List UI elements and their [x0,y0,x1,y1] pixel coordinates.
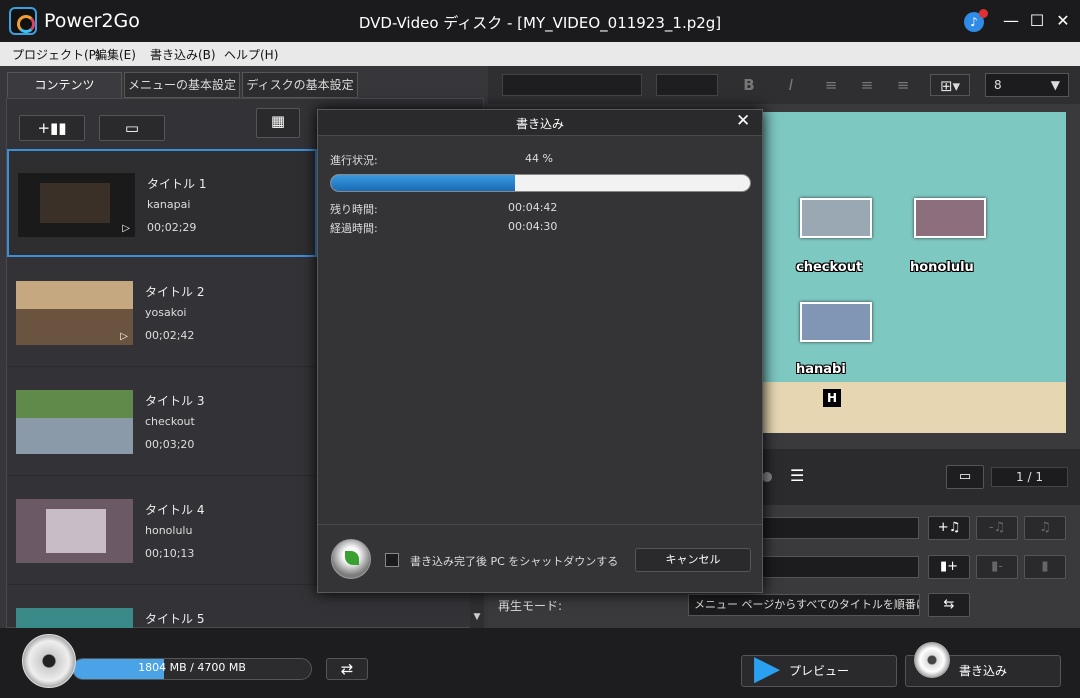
menu-preview: checkout honolulu hanabi H [762,112,1066,433]
remove-intro-button[interactable]: ▮- [976,555,1018,579]
tab-menu-settings[interactable]: メニューの基本設定 [124,72,240,98]
eco-leaf-icon [331,539,371,579]
minimize-icon[interactable]: — [1000,10,1022,32]
progress-value: 44 % [525,152,553,165]
highlight-key-badge: H [823,389,841,407]
preview-floor [762,382,1066,433]
title-duration: 00;02;29 [147,221,197,234]
cancel-button[interactable]: キャンセル [635,548,751,572]
layout-view-button[interactable]: ▦ [256,108,300,138]
menu-thumbnail-checkout[interactable] [800,198,872,238]
title-name: タイトル 2 [145,285,205,299]
disc-capacity-text: 1804 MB / 4700 MB [138,661,246,674]
align-left-icon[interactable]: ≡ [820,74,842,96]
title-row[interactable]: タイトル 5 [7,586,317,628]
preview-button[interactable]: ▶ プレビュー [741,648,897,688]
bold-icon[interactable]: B [738,74,760,96]
disc-icon[interactable] [22,634,76,688]
menu-thumbnail-honolulu[interactable] [914,198,986,238]
notification-badge [979,9,988,18]
playback-mode-value[interactable]: メニュー ページからすべてのタイトルを順番に再... [688,594,920,616]
shutdown-checkbox[interactable] [385,553,399,567]
dialog-title: 書き込み [515,117,564,131]
title-subtitle: kanapai [147,198,191,211]
title-row[interactable]: タイトル 4 honolulu 00;10;13 [7,477,317,585]
title-row[interactable]: ▷ タイトル 1 kanapai 00;02;29 [7,149,317,257]
playback-mode-label: 再生モード: [498,599,563,613]
title-subtitle: yosakoi [145,306,187,319]
burn-disc-icon [914,642,950,678]
edit-intro-button[interactable]: ▮ [1024,555,1066,579]
list-icon[interactable]: ☰ [790,466,818,488]
remaining-time-label: 残り時間: [330,203,378,216]
burn-button[interactable]: 書き込み [905,642,1061,687]
scroll-down-icon[interactable]: ▼ [470,612,484,626]
title-thumbnail [16,390,133,454]
play-icon: ▶ [754,648,781,688]
layout-grid-icon[interactable]: ⊞▾ [930,74,970,96]
shutdown-label: 書き込み完了後 PC をシャットダウンする [410,555,619,568]
font-style-select[interactable] [656,74,718,96]
intro-video-field[interactable] [762,556,919,578]
progress-fill [331,175,516,191]
title-duration: 00;10;13 [145,547,195,560]
menu-label-checkout: checkout [796,260,863,275]
title-thumbnail: ▷ [18,173,135,237]
add-intro-button[interactable]: ▮+ [928,555,970,579]
title-name: タイトル 4 [145,503,205,517]
font-size-value: 8 [994,78,1002,92]
elapsed-time-value: 00:04:30 [508,220,558,233]
edit-music-button[interactable]: ♫ [1024,516,1066,540]
font-size-select[interactable]: 8 ▼ [985,73,1069,97]
progress-bar [330,174,751,192]
progress-label: 進行状況: [330,154,378,167]
menu-thumbnail-hanabi[interactable] [800,302,872,342]
chevron-down-icon: ▼ [1050,78,1060,92]
title-name: タイトル 1 [147,177,207,191]
add-chapter-button[interactable]: ▭ [99,115,165,141]
remove-music-button[interactable]: -♫ [976,516,1018,540]
playback-mode-button[interactable]: ⇆ [928,593,970,617]
page-indicator: 1 / 1 [991,467,1068,487]
title-duration: 00;03;20 [145,438,195,451]
title-name: タイトル 5 [145,612,205,626]
play-icon: ▷ [122,223,130,234]
align-center-icon[interactable]: ≡ [856,74,878,96]
font-family-select[interactable] [502,74,642,96]
title-subtitle: honolulu [145,524,193,537]
close-icon[interactable]: ✕ [736,111,750,131]
maximize-icon[interactable]: ☐ [1026,10,1048,32]
remaining-time-value: 00:04:42 [508,201,558,214]
title-duration: 00;02;42 [145,329,195,342]
title-row[interactable]: ▷ タイトル 2 yosakoi 00;02;42 [7,259,317,367]
play-icon: ▷ [120,331,128,342]
tab-contents[interactable]: コンテンツ [7,72,122,98]
page-dot-icon[interactable] [762,472,772,482]
menu-label-hanabi: hanabi [796,362,846,377]
title-name: タイトル 3 [145,394,205,408]
menu-help[interactable]: ヘルプ(H) [224,46,278,63]
add-video-button[interactable]: +▮▮ [19,115,85,141]
add-music-button[interactable]: +♫ [928,516,970,540]
background-music-field[interactable] [762,517,919,539]
title-thumbnail [16,499,133,563]
title-subtitle: checkout [145,415,195,428]
title-thumbnail: ▷ [16,281,133,345]
menu-burn[interactable]: 書き込み(B) [150,46,216,63]
close-icon[interactable]: ✕ [1052,10,1074,32]
burn-progress-dialog: 書き込み ✕ 進行状況: 44 % 残り時間: 00:04:42 経過時間: 0… [317,109,763,593]
safe-zone-button[interactable]: ▭ [946,465,984,489]
title-row[interactable]: タイトル 3 checkout 00;03;20 [7,368,317,476]
align-right-icon[interactable]: ≡ [892,74,914,96]
elapsed-time-label: 経過時間: [330,222,378,235]
tab-disc-settings[interactable]: ディスクの基本設定 [242,72,358,98]
menu-project[interactable]: プロジェクト(P) [12,46,101,63]
menu-label-honolulu: honolulu [910,260,974,275]
title-thumbnail [16,608,133,628]
window-title: DVD-Video ディスク - [MY_VIDEO_011923_1.p2g] [358,14,722,32]
swap-icon[interactable]: ⇄ [326,658,368,680]
italic-icon[interactable]: I [780,74,802,96]
menu-edit[interactable]: 編集(E) [95,46,136,63]
